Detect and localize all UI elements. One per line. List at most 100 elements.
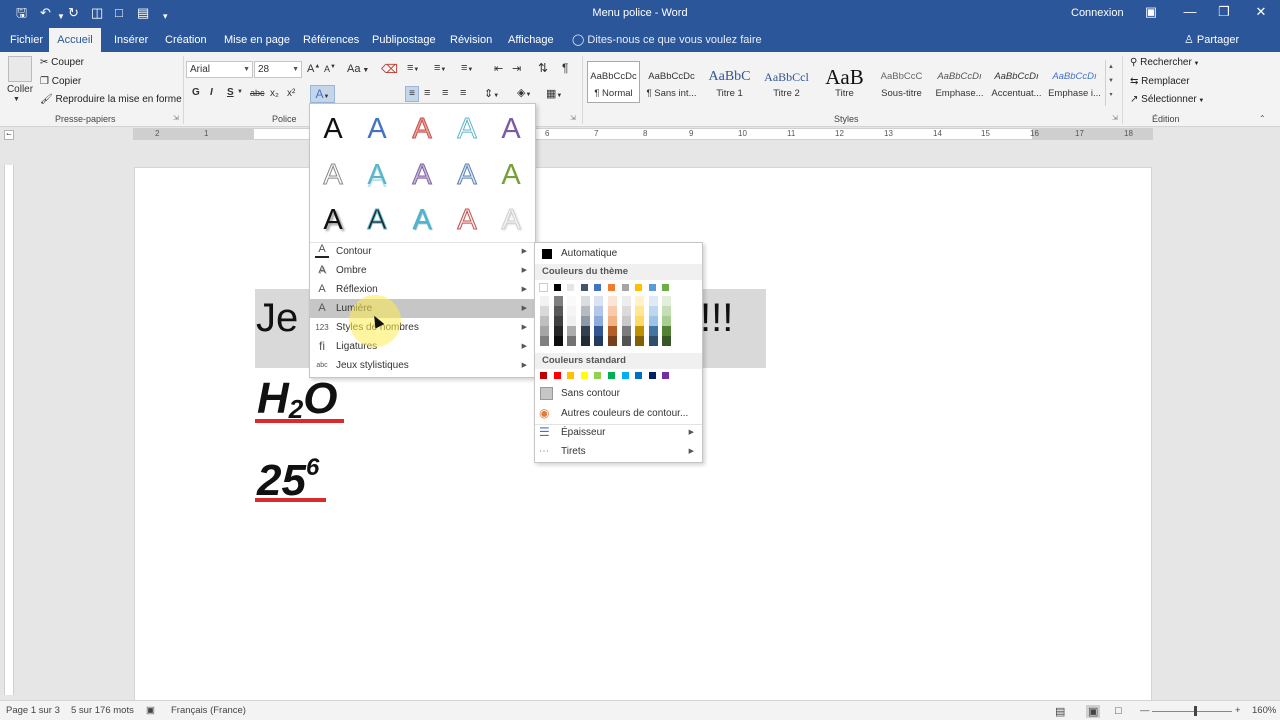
theme-color-shade[interactable] [567,316,577,326]
theme-color-shade[interactable] [580,326,590,336]
tab-revision[interactable]: Révision [442,28,500,52]
effect-lavender-outline[interactable]: A [404,156,440,194]
standard-color-swatch[interactable] [607,371,616,380]
zoom-slider-track[interactable] [1152,711,1232,712]
effect-white-emboss[interactable]: A [493,201,529,239]
style-normal[interactable]: AaBbCcDc ¶ Normal [585,64,642,108]
select-button[interactable]: ↗ Sélectionner ▼ [1130,94,1204,105]
theme-color-shade[interactable] [662,326,672,336]
theme-color-shade[interactable] [648,316,658,326]
ribbon-display-options-icon[interactable]: ▣ [1141,4,1161,20]
standard-color-swatch[interactable] [593,371,603,380]
theme-color-shade[interactable] [594,296,604,306]
styles-scroll[interactable]: ▲ ▼ ▾ [1105,60,1116,106]
theme-color-swatch[interactable] [552,283,562,292]
italic-button[interactable]: I [210,87,213,98]
theme-color-shade[interactable] [608,316,617,326]
text-effects-button[interactable]: A▼ [310,85,335,103]
theme-color-shade[interactable] [662,296,672,306]
zoom-level[interactable]: 160% [1252,705,1276,716]
standard-color-swatch[interactable] [647,371,657,380]
replace-button[interactable]: ⇆ Remplacer [1130,76,1190,87]
vertical-ruler[interactable] [4,165,14,695]
tab-publipostage[interactable]: Publipostage [364,28,444,52]
minimize-button[interactable]: — [1180,4,1200,19]
bold-button[interactable]: G [192,87,200,98]
cut-button[interactable]: ✂ Couper [40,57,84,68]
doc-text-h2o[interactable]: H2O [257,374,337,425]
theme-color-shade[interactable] [621,316,631,326]
shading-icon[interactable]: ◈▼ [517,86,531,99]
horizontal-ruler[interactable]: 2 1 6 13 14 15 16 17 18 7 8 9 10 11 12 [133,128,1153,140]
sort-icon[interactable]: ⇅ [538,61,548,75]
theme-color-swatch[interactable] [607,283,616,292]
theme-color-shade[interactable] [635,316,645,326]
theme-color-shade[interactable] [594,336,604,346]
effect-pink-outline[interactable]: A [449,201,485,239]
tab-mise-en-page[interactable]: Mise en page [216,28,298,52]
theme-color-shade[interactable] [553,326,563,336]
effect-dark-glow[interactable]: A [359,201,395,239]
theme-color-shade[interactable] [635,326,645,336]
style-title[interactable]: AaB Titre [816,64,873,108]
effect-black-shadow[interactable]: A [315,201,351,239]
style-intense-emphasis[interactable]: AaBbCcDı Emphase i... [1046,64,1103,108]
word-count[interactable]: 5 sur 176 mots [71,705,134,716]
style-heading-1[interactable]: AaBbC Titre 1 [701,64,758,108]
format-painter-button[interactable]: 🖌 Reproduire la mise en forme [40,94,182,105]
sign-in-link[interactable]: Connexion [1071,7,1124,19]
font-name-combo[interactable]: Arial ▼ [186,61,253,78]
theme-color-swatch[interactable] [539,283,548,292]
borders-icon[interactable]: ▦▼ [546,87,562,100]
superscript-button[interactable]: x² [287,88,295,99]
theme-color-shade[interactable] [567,336,577,346]
tab-references[interactable]: Références [295,28,367,52]
collapse-ribbon-icon[interactable]: ⌃ [1259,114,1266,123]
align-center-icon[interactable]: ≡ [424,87,430,99]
zoom-out-button[interactable]: — [1140,705,1150,716]
show-formatting-icon[interactable]: ¶ [562,61,568,75]
close-button[interactable]: ✕ [1251,4,1271,20]
theme-color-shade[interactable] [567,326,577,336]
theme-color-shade[interactable] [540,306,549,316]
theme-color-shade[interactable] [648,336,658,346]
theme-color-shade[interactable] [580,336,590,346]
tell-me-search[interactable]: ◯ Dites-nous ce que vous voulez faire [572,28,762,52]
theme-color-shade[interactable] [553,316,563,326]
align-left-icon[interactable]: ≡ [405,86,419,102]
effect-light-blue-outline[interactable]: A [449,156,485,194]
theme-color-swatch[interactable] [620,283,630,292]
theme-color-shade[interactable] [662,306,672,316]
theme-color-shade[interactable] [567,306,577,316]
clipboard-launcher-icon[interactable]: ⇲ [173,114,179,122]
theme-color-shade[interactable] [580,296,590,306]
effect-cyan-reflection[interactable]: A [359,156,395,194]
theme-color-shade[interactable] [621,306,631,316]
restore-button[interactable]: ❐ [1214,4,1234,20]
clear-formatting-icon[interactable]: ⌫ [381,62,398,76]
theme-color-swatch[interactable] [634,283,644,292]
proofing-icon[interactable]: ▣ [146,705,155,716]
change-case-button[interactable]: Aa ▼ [347,63,369,75]
effect-red-outline[interactable]: A [404,110,440,148]
automatic-color-option[interactable]: Automatique [535,244,702,263]
bullets-icon[interactable]: ≡▼ [407,62,419,74]
menu-item-lumiere[interactable]: ALumière▶ [310,299,535,318]
menu-item-reflexion[interactable]: A Réflexion ▶ [310,280,535,299]
theme-color-shade[interactable] [608,336,617,346]
theme-color-shade[interactable] [540,296,549,306]
tab-accueil[interactable]: Accueil [49,28,101,52]
theme-color-shade[interactable] [567,296,577,306]
tab-selector-icon[interactable]: ⌙ [4,130,14,140]
theme-color-shade[interactable] [594,316,604,326]
paste-dropdown-icon[interactable]: ▼ [13,96,20,103]
more-outline-colors-option[interactable]: ◉ Autres couleurs de contour... [535,404,702,423]
menu-item-jeux-stylistiques[interactable]: abc Jeux stylistiques ▶ [310,356,535,375]
theme-color-shade[interactable] [635,336,645,346]
subscript-button[interactable]: x₂ [270,88,279,99]
theme-color-shade[interactable] [553,306,563,316]
theme-color-shade[interactable] [594,326,604,336]
theme-color-shade[interactable] [648,306,658,316]
doc-text-line1-start[interactable]: Je [256,296,298,341]
zoom-in-button[interactable]: + [1235,705,1241,716]
